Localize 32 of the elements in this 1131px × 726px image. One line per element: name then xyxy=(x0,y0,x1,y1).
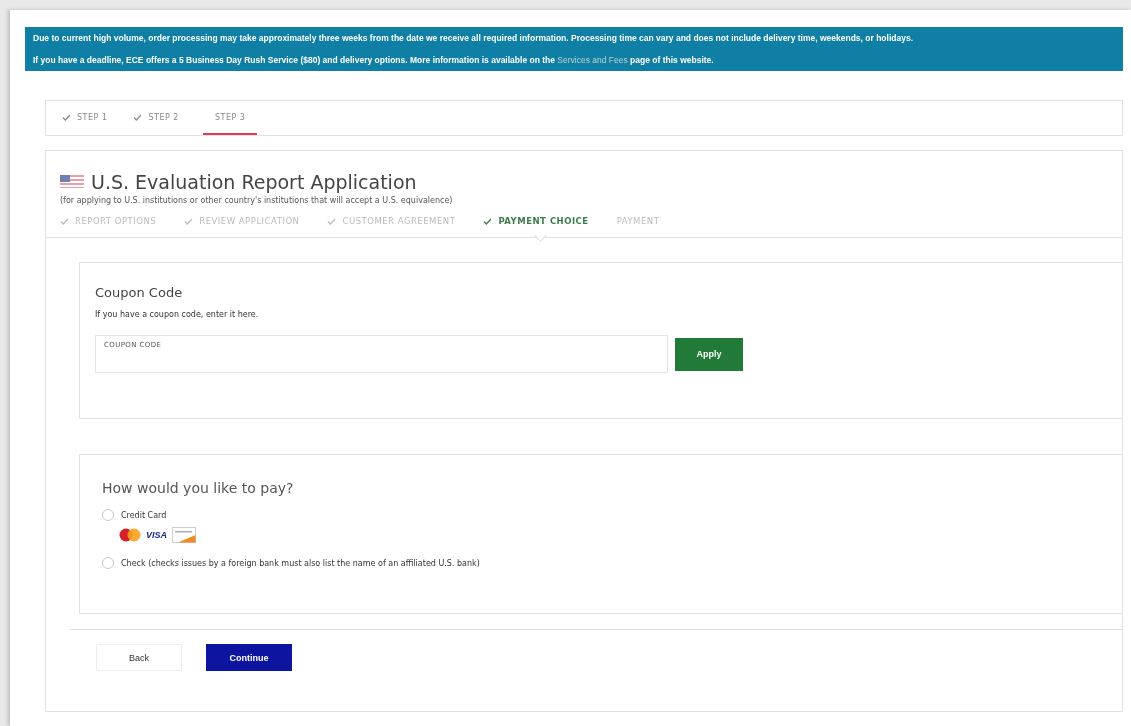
apply-button[interactable]: Apply xyxy=(675,337,743,371)
section-title: Coupon Code xyxy=(95,285,184,300)
check-icon xyxy=(62,113,71,121)
back-button[interactable]: Back xyxy=(96,644,182,671)
check-icon xyxy=(483,217,493,225)
option-label: Check (checks issues by a foreign bank must also list the name of an affiliated U.S. bank) xyxy=(121,558,480,568)
hint-text: If you have a coupon code, enter it here. xyxy=(95,310,260,319)
check-icon xyxy=(60,217,69,225)
progress-step[interactable]: REPORT OPTIONS xyxy=(60,216,157,226)
page-title: U.S. Evaluation Report Application xyxy=(91,171,417,193)
progress-step[interactable]: PAYMENT xyxy=(616,216,660,226)
section-title: How would you like to pay? xyxy=(102,480,295,496)
discover-logo xyxy=(172,527,196,543)
page-subtitle: (for applying to U.S. institutions or other country's institutions that will accept a U.S. equivalence) xyxy=(60,196,454,205)
progress-step[interactable]: CUSTOMER AGREEMENT xyxy=(327,216,456,226)
radio-button[interactable] xyxy=(102,509,114,521)
progress-step[interactable]: REVIEW APPLICATION xyxy=(184,216,300,226)
check-icon xyxy=(184,217,194,225)
mastercard-logo xyxy=(119,528,141,542)
notice-text: Due to current high volume, order processing may take approximately three weeks from the date we receive all required information. Processing time can vary and does not include delivery time, weekends, or holidays. xyxy=(33,33,915,43)
services-link[interactable]: Services and Fees xyxy=(557,55,628,65)
radio-button[interactable] xyxy=(102,557,114,569)
visa-logo: VISA xyxy=(146,530,167,540)
option-label: Credit Card xyxy=(121,510,167,520)
notice-text: If you have a deadline, ECE offers a 5 Business Day Rush Service ($80) and delivery options. More information is available on the Services and Fees page of this website. xyxy=(33,55,715,65)
progress-step[interactable]: PAYMENT CHOICE xyxy=(483,216,589,226)
check-icon xyxy=(133,113,143,121)
continue-button[interactable]: Continue xyxy=(206,644,292,671)
step-tab[interactable]: STEP 2 xyxy=(131,101,193,135)
check-icon xyxy=(327,217,337,225)
step-tab[interactable]: STEP 1 xyxy=(60,101,122,135)
step-tab[interactable]: STEP 3 xyxy=(202,101,258,135)
